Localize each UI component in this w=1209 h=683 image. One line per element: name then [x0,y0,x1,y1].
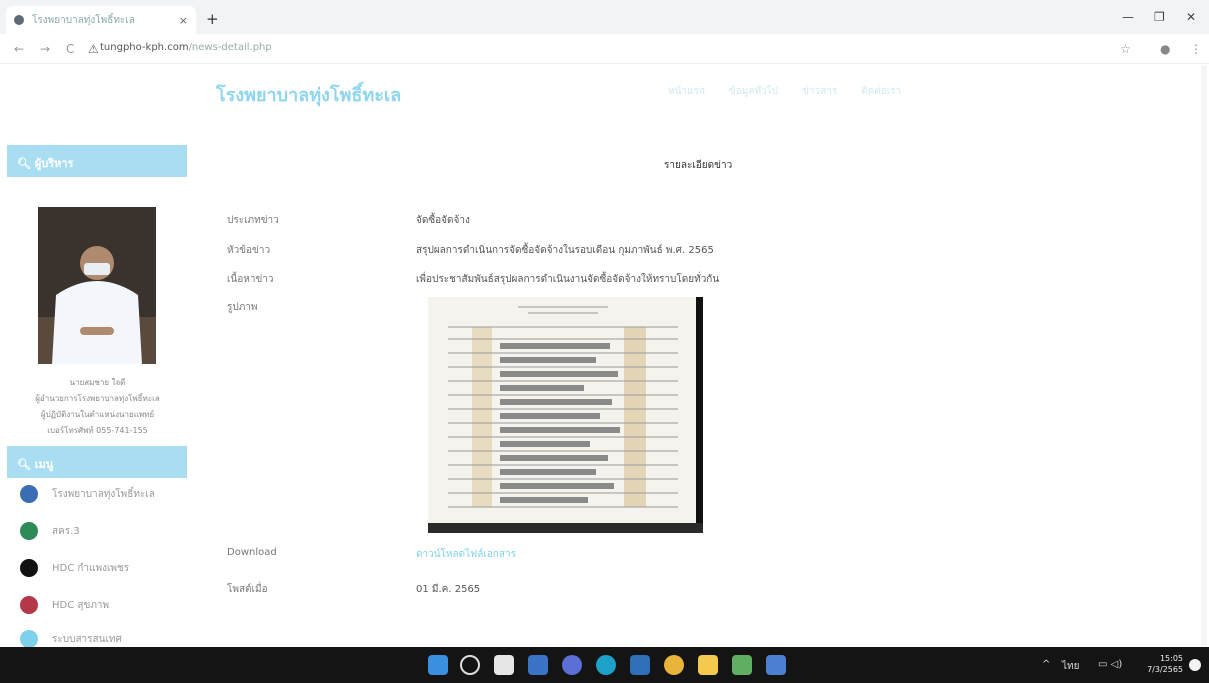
director-role: ผู้ปฏิบัติงานในตำแหน่งนายแพทย์ [40,410,155,419]
browser-menu-icon[interactable]: ⋮ [1190,42,1202,56]
nav-news[interactable]: ข่าวสาร [802,84,837,99]
globe-icon [20,596,38,614]
bookmark-star-icon[interactable]: ☆ [1120,42,1131,56]
label-posted: โพสต์เมื่อ [227,584,268,595]
search-icon: 🔍︎ [17,458,35,471]
close-window-button[interactable]: ✕ [1186,10,1196,24]
director-position: ผู้อำนวยการโรงพยาบาลทุ่งโพธิ์ทะเล [35,394,160,403]
browser-tab-bar: โรงพยาบาลทุ่งโพธิ์ทะเล × + — ❐ ✕ [0,0,1209,34]
leaf-icon [20,522,38,540]
value-news-subject: สรุปผลการดำเนินการจัดซื้อจัดจ้างในรอบเดื… [416,245,714,256]
value-news-type: จัดซื้อจัดจ้าง [416,215,470,226]
reload-button[interactable]: C [66,42,74,56]
url-field[interactable]: tungpho-kph.com/news-detail.php [100,42,272,53]
chat-icon[interactable] [562,655,582,675]
file-explorer-icon[interactable] [698,655,718,675]
new-tab-button[interactable]: + [206,10,219,28]
not-secure-icon[interactable]: ⚠ [88,42,99,56]
value-news-body: เพื่อประชาสัมพันธ์สรุปผลการดำเนินงานจัดซ… [416,274,720,285]
info-icon [20,630,38,648]
system-clock[interactable]: 15:05 7/3/2565 [1147,653,1183,675]
nav-general[interactable]: ข้อมูลทั่วไป [729,84,778,99]
download-link[interactable]: ดาวน์โหลดไฟล์เอกสาร [416,547,516,562]
news-document-image[interactable] [428,297,703,533]
menu-item-hdc-health[interactable]: HDC สุขภาพ [20,596,109,614]
menu-item-hospital[interactable]: โรงพยาบาลทุ่งโพธิ์ทะเล [20,485,155,503]
app-icon[interactable] [732,655,752,675]
label-image: รูปภาพ [227,302,258,313]
director-phone: เบอร์โทรศัพท์ 055-741-155 [47,426,148,435]
label-download: Download [227,547,277,558]
notification-icon[interactable] [1189,659,1201,671]
director-heading: 🔍︎ ผู้บริหาร [7,145,187,177]
menu-item-info-system[interactable]: ระบบสารสนเทศ [20,630,122,648]
link-icon [20,559,38,577]
app-icon-2[interactable] [766,655,786,675]
nav-home[interactable]: หน้าแรก [668,84,705,99]
nav-contact[interactable]: ติดต่อเรา [861,84,901,99]
hospital-icon [20,485,38,503]
director-photo [38,207,156,364]
site-favicon-icon [14,15,24,25]
url-host: tungpho-kph.com [100,42,189,53]
profile-icon[interactable]: ● [1160,42,1170,56]
widgets-icon[interactable] [528,655,548,675]
tab-title: โรงพยาบาลทุ่งโพธิ์ทะเล [32,14,135,26]
input-language[interactable]: ไทย [1062,659,1079,674]
label-news-subject: หัวข้อข่าว [227,245,271,256]
taskbar: ^ ไทย ▭ ◁) 15:05 7/3/2565 [0,647,1209,683]
windows-start-icon[interactable] [428,655,448,675]
maximize-button[interactable]: ❐ [1154,10,1165,24]
label-news-body: เนื้อหาข่าว [227,274,274,285]
director-name: นายสมชาย ใจดี [69,378,126,387]
address-bar-row: ← → C ⚠ tungpho-kph.com/news-detail.php … [0,34,1209,64]
forward-button[interactable]: → [40,42,50,56]
url-path: /news-detail.php [188,42,272,53]
minimize-button[interactable]: — [1122,10,1134,24]
news-detail-title: รายละเอียดข่าว [664,160,733,171]
tab-close-icon[interactable]: × [179,14,188,27]
search-icon[interactable] [460,655,480,675]
network-volume-icon[interactable]: ▭ ◁) [1098,659,1122,670]
edge-browser-icon[interactable] [596,655,616,675]
menu-item-odpc[interactable]: สคร.3 [20,522,80,540]
store-icon[interactable] [630,655,650,675]
value-posted-date: 01 มี.ค. 2565 [416,584,481,595]
clock-time: 15:05 [1159,654,1183,663]
chrome-browser-icon[interactable] [664,655,684,675]
task-view-icon[interactable] [494,655,514,675]
page-scrollbar[interactable] [1201,66,1207,646]
menu-item-hdc[interactable]: HDC กำแพงเพชร [20,559,129,577]
top-navigation: หน้าแรก ข้อมูลทั่วไป ข่าวสาร ติดต่อเรา [668,84,901,99]
label-news-type: ประเภทข่าว [227,215,279,226]
clock-date: 7/3/2565 [1147,665,1183,674]
browser-tab[interactable]: โรงพยาบาลทุ่งโพธิ์ทะเล × [6,6,196,34]
menu-heading: 🔍︎ เมนู [7,446,187,478]
tray-overflow-icon[interactable]: ^ [1042,659,1050,670]
back-button[interactable]: ← [14,42,24,56]
search-icon: 🔍︎ [17,157,35,170]
site-title[interactable]: โรงพยาบาลทุ่งโพธิ์ทะเล [216,80,401,109]
